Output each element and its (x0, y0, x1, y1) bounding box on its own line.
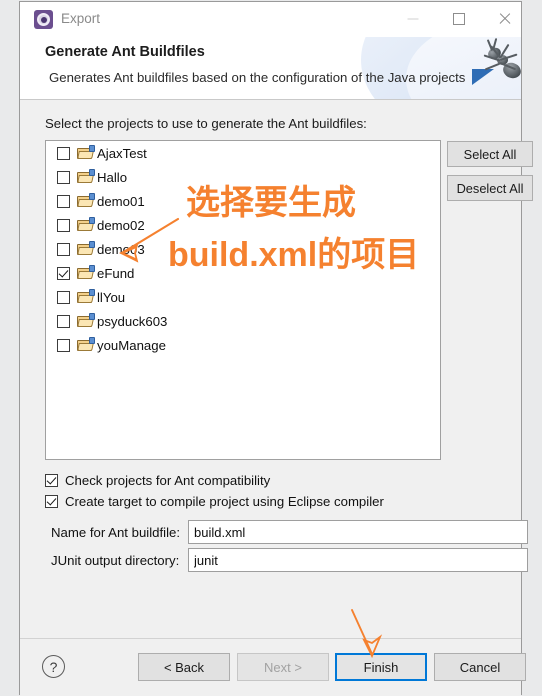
wizard-banner: Generate Ant Buildfiles Generates Ant bu… (20, 37, 521, 100)
project-name: llYou (97, 289, 126, 305)
minimize-icon (407, 18, 419, 19)
folder-icon (77, 240, 95, 256)
project-name: Hallo (97, 169, 128, 185)
project-checkbox[interactable] (57, 242, 70, 256)
project-checkbox[interactable] (57, 194, 70, 208)
project-name: youManage (97, 337, 166, 353)
project-name: demo02 (97, 217, 145, 233)
option-check-ant-compatibility[interactable]: Check projects for Ant compatibility (45, 473, 270, 488)
folder-icon (77, 264, 95, 280)
minimize-button[interactable] (390, 2, 436, 35)
selection-prompt: Select the projects to use to generate t… (45, 116, 367, 131)
project-checkbox[interactable] (57, 170, 70, 184)
checkbox[interactable] (45, 495, 58, 508)
page-subtitle: Generates Ant buildfiles based on the co… (49, 70, 466, 85)
list-item[interactable]: Hallo (46, 165, 440, 189)
screen: Export Generate Ant Buildfiles Generates… (0, 0, 542, 696)
close-button[interactable] (482, 2, 528, 35)
list-item[interactable]: demo02 (46, 213, 440, 237)
project-name: demo01 (97, 193, 145, 209)
dialog-footer: ? < Back Next > Finish Cancel (20, 638, 526, 696)
folder-icon (77, 312, 95, 328)
list-item[interactable]: demo03 (46, 237, 440, 261)
ant-icon (472, 37, 521, 99)
project-list[interactable]: AjaxTest Hallo demo01 demo02 demo03 eFund llYo… (45, 140, 441, 460)
project-checkbox[interactable] (57, 290, 70, 304)
folder-icon (77, 336, 95, 352)
folder-icon (77, 192, 95, 208)
list-item[interactable]: llYou (46, 285, 440, 309)
help-button[interactable]: ? (42, 655, 65, 678)
finish-button[interactable]: Finish (335, 653, 427, 681)
project-name: AjaxTest (97, 145, 147, 161)
junit-directory-row: JUnit output directory: (51, 548, 528, 572)
window-title: Export (61, 11, 101, 26)
buildfile-name-label: Name for Ant buildfile: (51, 524, 181, 540)
back-button[interactable]: < Back (138, 653, 230, 681)
project-name: psyduck603 (97, 313, 168, 329)
deselect-all-button[interactable]: Deselect All (447, 175, 533, 201)
export-dialog: Export Generate Ant Buildfiles Generates… (19, 1, 533, 696)
project-name: eFund (97, 265, 135, 281)
list-item[interactable]: AjaxTest (46, 141, 440, 165)
list-item[interactable]: demo01 (46, 189, 440, 213)
folder-icon (77, 288, 95, 304)
project-checkbox[interactable] (57, 146, 70, 160)
junit-directory-input[interactable] (188, 548, 528, 572)
folder-icon (77, 168, 95, 184)
close-icon (498, 12, 512, 26)
option-create-compile-target[interactable]: Create target to compile project using E… (45, 494, 384, 509)
next-button: Next > (237, 653, 329, 681)
maximize-button[interactable] (436, 2, 482, 35)
eclipse-export-icon (34, 10, 53, 29)
checkbox[interactable] (45, 474, 58, 487)
project-checkbox[interactable] (57, 314, 70, 328)
list-item[interactable]: psyduck603 (46, 309, 440, 333)
dialog-content: Select the projects to use to generate t… (20, 100, 533, 638)
folder-icon (77, 144, 95, 160)
project-checkbox[interactable] (57, 338, 70, 352)
title-bar: Export (20, 2, 521, 37)
buildfile-name-row: Name for Ant buildfile: (51, 520, 528, 544)
list-item[interactable]: eFund (46, 261, 440, 285)
project-checkbox[interactable] (57, 266, 70, 280)
page-title: Generate Ant Buildfiles (45, 44, 205, 60)
project-name: demo03 (97, 241, 145, 257)
folder-icon (77, 216, 95, 232)
junit-directory-label: JUnit output directory: (51, 552, 180, 568)
cancel-button[interactable]: Cancel (434, 653, 526, 681)
option-label: Create target to compile project using E… (65, 494, 384, 509)
maximize-icon (453, 12, 465, 25)
buildfile-name-input[interactable] (188, 520, 528, 544)
option-label: Check projects for Ant compatibility (65, 473, 271, 488)
project-checkbox[interactable] (57, 218, 70, 232)
select-all-button[interactable]: Select All (447, 141, 533, 167)
list-item[interactable]: youManage (46, 333, 440, 357)
